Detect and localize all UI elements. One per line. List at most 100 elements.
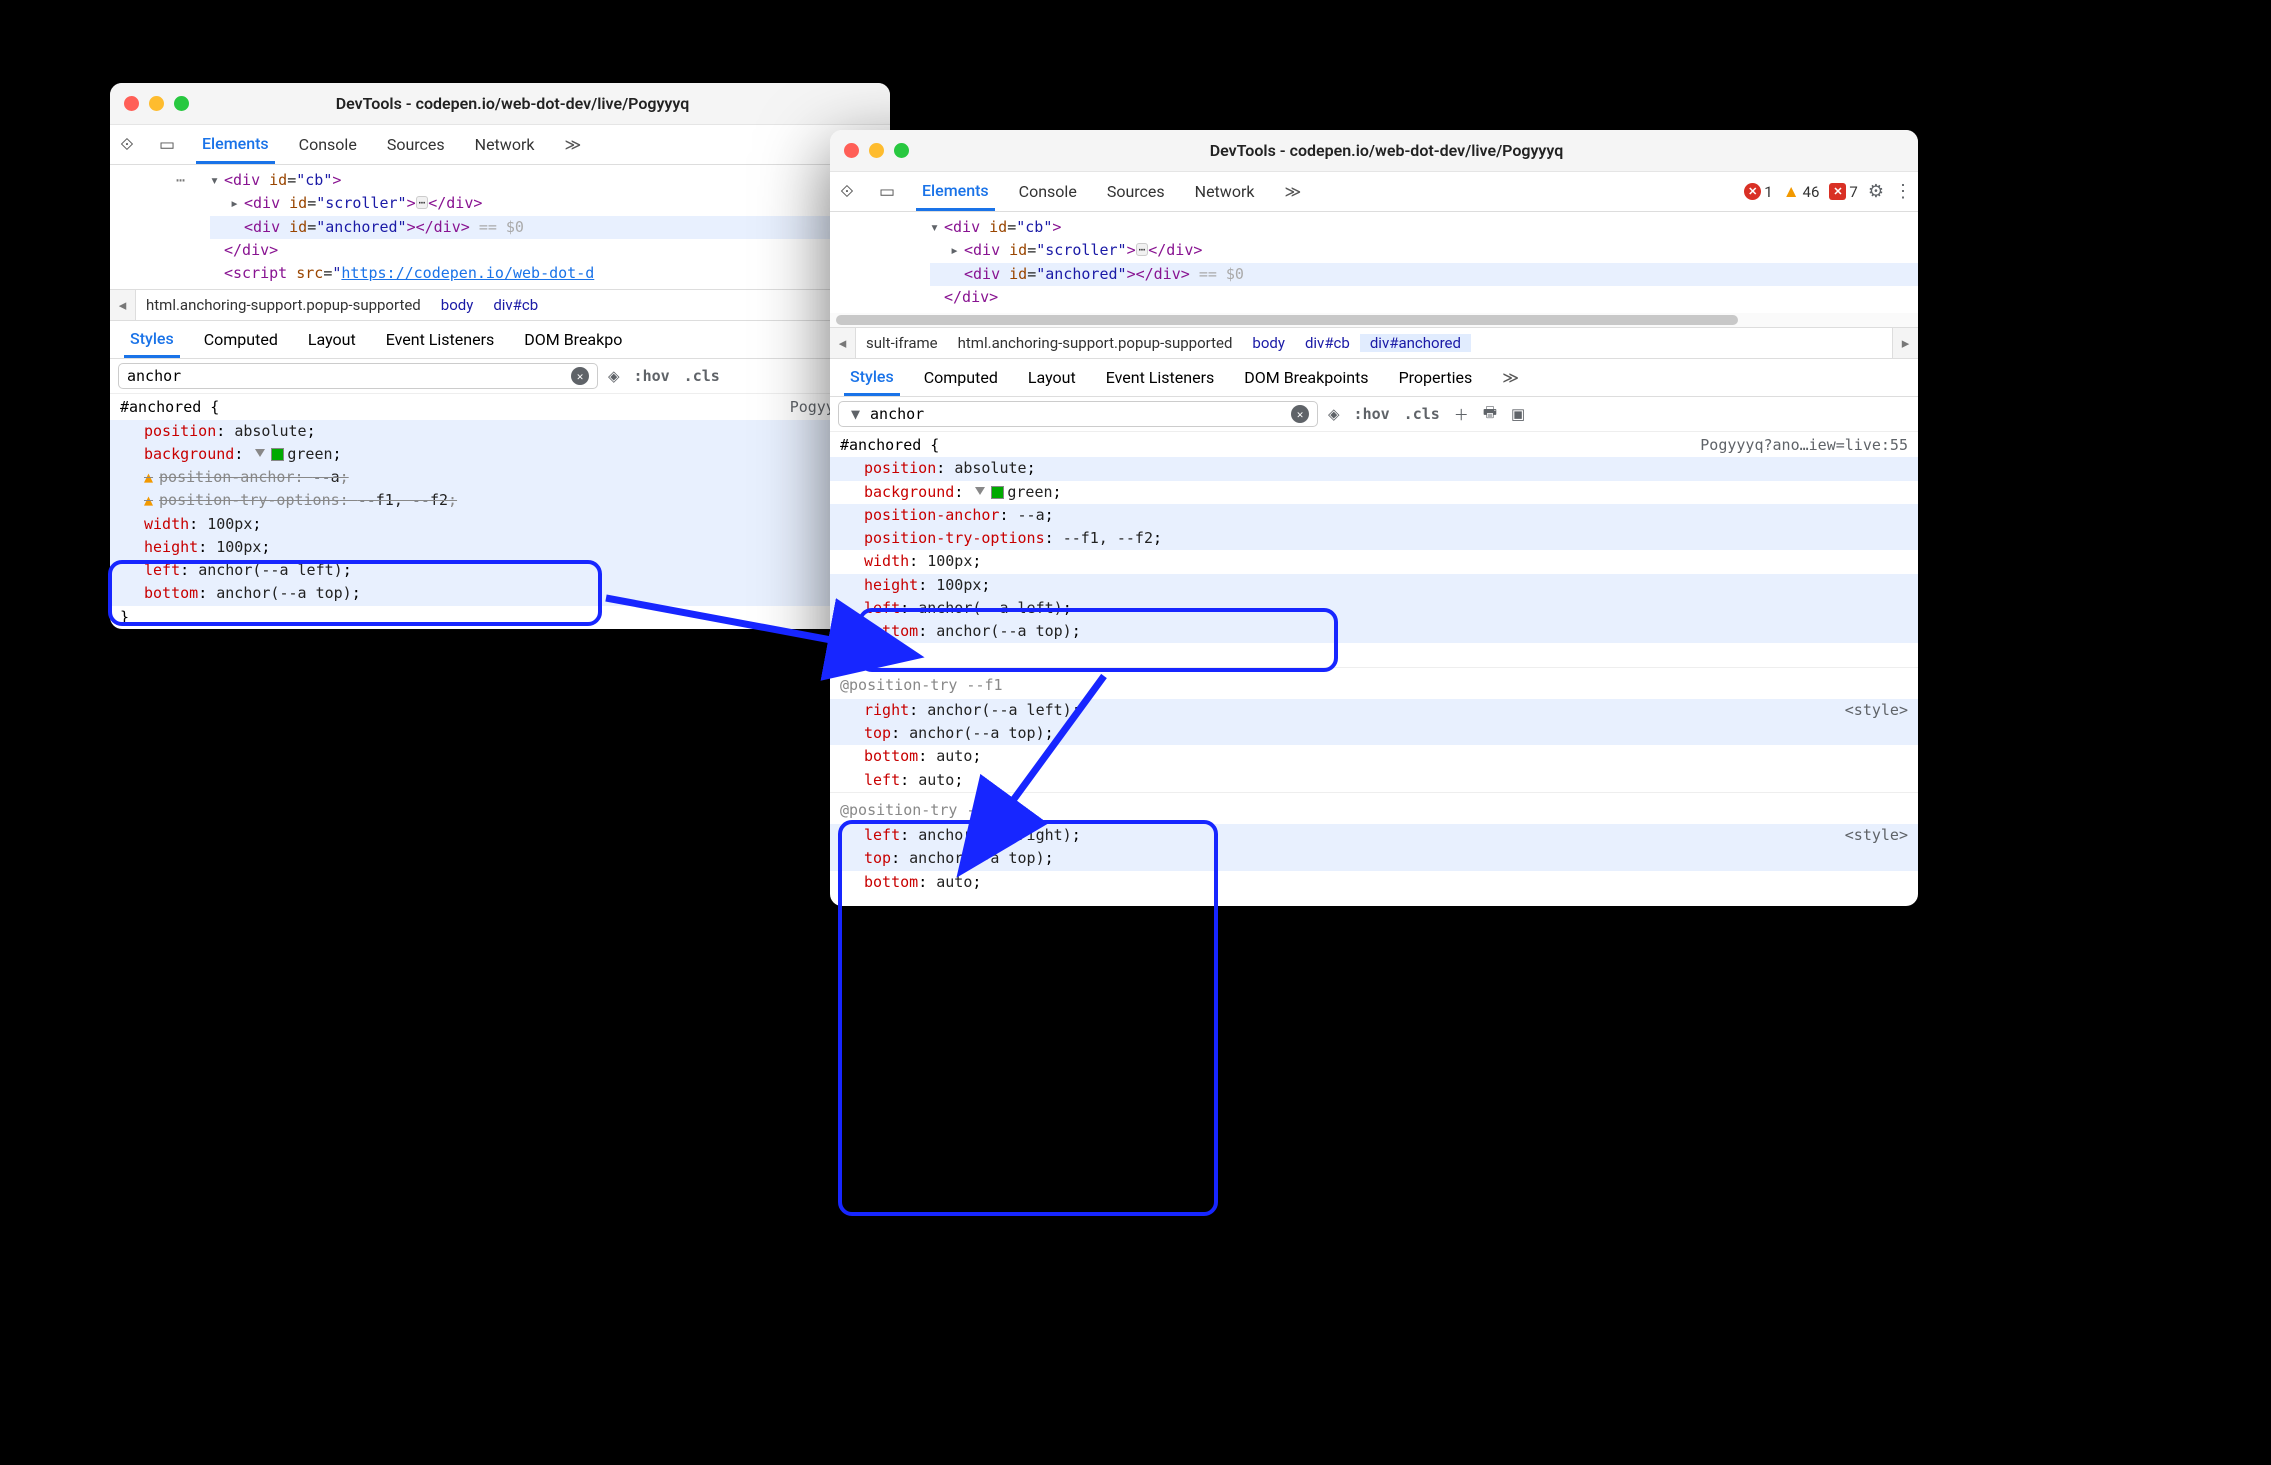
- main-tabbar: ⟐ ▭ Elements Console Sources Network ≫ ✕…: [830, 172, 1918, 212]
- crumb-next-icon[interactable]: ▸: [1892, 328, 1918, 358]
- tab-network[interactable]: Network: [1189, 172, 1261, 211]
- close-dot[interactable]: [124, 96, 139, 111]
- tab-computed[interactable]: Computed: [918, 359, 1004, 396]
- tab-event-listeners[interactable]: Event Listeners: [1100, 359, 1221, 396]
- warnings-badge[interactable]: ▲46: [1783, 182, 1820, 202]
- close-dot[interactable]: [844, 143, 859, 158]
- breadcrumb: ◂ html.anchoring-support.popup-supported…: [110, 289, 890, 321]
- rule-selector[interactable]: #anchored {: [120, 396, 219, 419]
- filter-input[interactable]: [127, 367, 565, 385]
- horizontal-scrollbar[interactable]: [830, 313, 1918, 327]
- tab-console[interactable]: Console: [1013, 172, 1083, 211]
- color-swatch[interactable]: [991, 486, 1004, 499]
- issue-badges: ✕1 ▲46 ✕7 ⚙ ⋮: [1744, 181, 1912, 202]
- tab-console[interactable]: Console: [293, 125, 363, 164]
- warning-icon: ▲: [144, 468, 159, 486]
- css-rules: #anchored { Pogyyyq?an position: absolut…: [110, 394, 890, 629]
- clear-filter-icon[interactable]: ✕: [571, 367, 589, 385]
- device-icon[interactable]: ▭: [156, 135, 178, 155]
- tab-styles[interactable]: Styles: [844, 359, 900, 396]
- tab-network[interactable]: Network: [469, 125, 541, 164]
- tab-properties[interactable]: Properties: [1393, 359, 1479, 396]
- layers-icon[interactable]: ◈: [1328, 405, 1340, 423]
- crumb-anchored[interactable]: div#anchored: [1360, 334, 1471, 352]
- titlebar: DevTools - codepen.io/web-dot-dev/live/P…: [830, 130, 1918, 172]
- crumb-prev-icon[interactable]: ◂: [830, 328, 856, 358]
- css-rules: #anchored { Pogyyyq?ano…iew=live:55 posi…: [830, 432, 1918, 906]
- tab-sources[interactable]: Sources: [1101, 172, 1171, 211]
- crumb-body[interactable]: body: [1242, 334, 1295, 352]
- errors-badge[interactable]: ✕1: [1744, 183, 1772, 201]
- tab-layout[interactable]: Layout: [1022, 359, 1082, 396]
- dom-tree[interactable]: ▾<div id="cb"> ▸<div id="scroller">⋯</di…: [830, 212, 1918, 313]
- settings-icon[interactable]: ⚙: [1868, 181, 1884, 202]
- devtools-window-before: DevTools - codepen.io/web-dot-dev/live/P…: [110, 83, 890, 629]
- tab-elements[interactable]: Elements: [916, 172, 995, 211]
- crumb-cb[interactable]: div#cb: [1295, 334, 1360, 352]
- inspect-icon[interactable]: ⟐: [116, 135, 138, 155]
- tab-computed[interactable]: Computed: [198, 321, 284, 358]
- layers-icon[interactable]: ◈: [608, 367, 620, 385]
- cls-toggle[interactable]: .cls: [1404, 405, 1440, 423]
- style-source-link[interactable]: <style>: [1845, 824, 1918, 847]
- crumb-html[interactable]: html.anchoring-support.popup-supported: [948, 334, 1243, 352]
- zoom-dot[interactable]: [894, 143, 909, 158]
- rule-source-link[interactable]: Pogyyyq?ano…iew=live:55: [1700, 434, 1908, 457]
- cls-toggle[interactable]: .cls: [684, 367, 720, 385]
- main-tabbar: ⟐ ▭ Elements Console Sources Network ≫: [110, 125, 890, 165]
- position-try-rule-f2[interactable]: @position-try --f2: [830, 792, 1918, 824]
- window-title: DevTools - codepen.io/web-dot-dev/live/P…: [919, 141, 1904, 160]
- funnel-icon: ▼: [847, 405, 864, 423]
- computed-pane-icon[interactable]: ▣: [1511, 405, 1525, 423]
- tab-event-listeners[interactable]: Event Listeners: [380, 321, 501, 358]
- kebab-icon[interactable]: ⋮: [1894, 181, 1912, 202]
- print-icon[interactable]: 🖶: [1483, 402, 1497, 427]
- crumb-body[interactable]: body: [431, 296, 484, 314]
- devtools-window-after: DevTools - codepen.io/web-dot-dev/live/P…: [830, 130, 1918, 906]
- crumb-cb[interactable]: div#cb: [483, 296, 548, 314]
- styles-tabbar: Styles Computed Layout Event Listeners D…: [830, 359, 1918, 397]
- window-controls: [124, 96, 189, 111]
- device-icon[interactable]: ▭: [876, 182, 898, 202]
- crumb-html[interactable]: html.anchoring-support.popup-supported: [136, 296, 431, 314]
- titlebar: DevTools - codepen.io/web-dot-dev/live/P…: [110, 83, 890, 125]
- hov-toggle[interactable]: :hov: [1354, 405, 1390, 423]
- window-title: DevTools - codepen.io/web-dot-dev/live/P…: [199, 94, 876, 113]
- tab-sources[interactable]: Sources: [381, 125, 451, 164]
- window-controls: [844, 143, 909, 158]
- more-tabs-icon[interactable]: ≫: [558, 135, 587, 154]
- minimize-dot[interactable]: [869, 143, 884, 158]
- crumb-prev-icon[interactable]: ◂: [110, 290, 136, 320]
- tab-dom-breakpoints[interactable]: DOM Breakpo: [518, 321, 628, 358]
- clear-filter-icon[interactable]: ✕: [1291, 405, 1309, 423]
- zoom-dot[interactable]: [174, 96, 189, 111]
- messages-badge[interactable]: ✕7: [1829, 183, 1857, 201]
- expand-icon[interactable]: [975, 487, 985, 495]
- breadcrumb: ◂ sult-iframe html.anchoring-support.pop…: [830, 327, 1918, 359]
- rule-close: }: [830, 643, 1918, 666]
- rule-close: }: [110, 606, 890, 629]
- inspect-icon[interactable]: ⟐: [836, 182, 858, 202]
- hov-toggle[interactable]: :hov: [634, 367, 670, 385]
- expand-icon[interactable]: [255, 449, 265, 457]
- position-try-rule-f1[interactable]: @position-try --f1: [830, 667, 1918, 699]
- minimize-dot[interactable]: [149, 96, 164, 111]
- styles-tabbar: Styles Computed Layout Event Listeners D…: [110, 321, 890, 359]
- filter-row: ▼ ✕ ◈ :hov .cls ＋ 🖶 ▣: [830, 397, 1918, 432]
- tab-elements[interactable]: Elements: [196, 125, 275, 164]
- style-source-link[interactable]: <style>: [1845, 699, 1918, 722]
- crumb-iframe[interactable]: sult-iframe: [856, 334, 948, 352]
- tab-dom-breakpoints[interactable]: DOM Breakpoints: [1238, 359, 1374, 396]
- rule-selector[interactable]: #anchored {: [840, 434, 939, 457]
- more-tabs-icon[interactable]: ≫: [1278, 182, 1307, 201]
- new-rule-icon[interactable]: ＋: [1454, 404, 1469, 425]
- tab-styles[interactable]: Styles: [124, 321, 180, 358]
- more-tabs-icon[interactable]: ≫: [1496, 368, 1525, 387]
- filter-row: ✕ ◈ :hov .cls: [110, 359, 890, 394]
- filter-input[interactable]: [870, 405, 1285, 423]
- dom-tree[interactable]: ⋯ ▾<div id="cb"> ▸<div id="scroller">⋯</…: [110, 165, 890, 289]
- warning-icon: ▲: [144, 491, 159, 509]
- color-swatch[interactable]: [271, 448, 284, 461]
- filter-input-wrap: ✕: [118, 363, 598, 389]
- tab-layout[interactable]: Layout: [302, 321, 362, 358]
